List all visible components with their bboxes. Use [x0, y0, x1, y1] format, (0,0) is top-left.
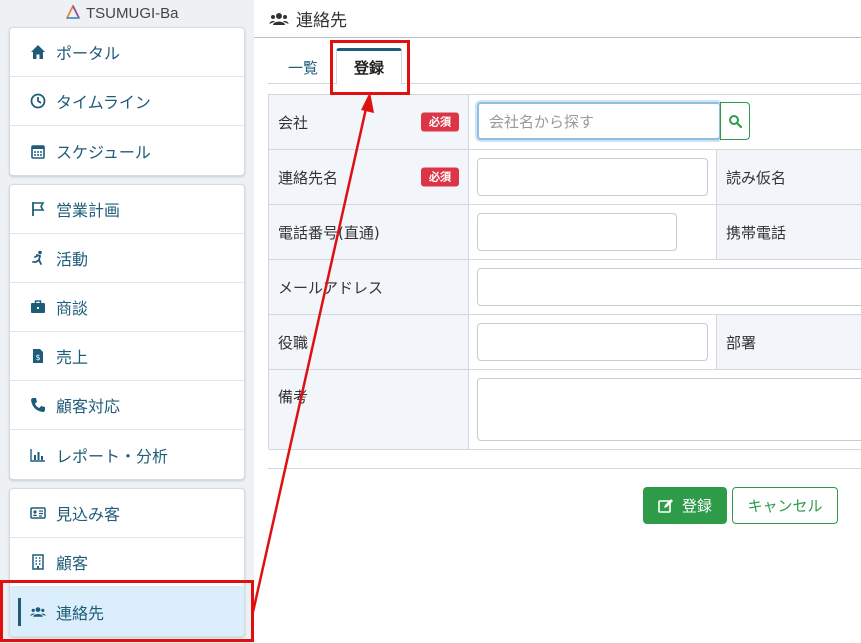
- sidebar-item-label: 顧客対応: [56, 397, 121, 416]
- sidebar-item-portal[interactable]: ポータル: [10, 28, 244, 77]
- sidebar-item-label: 見込み客: [56, 505, 121, 524]
- position-label-cell: 役職: [269, 315, 469, 369]
- sidebar-item-label: 商談: [56, 299, 89, 318]
- company-label: 会社: [278, 113, 309, 132]
- sidebar-item-label: スケジュール: [56, 142, 151, 162]
- sidebar-item-schedule[interactable]: スケジュール: [10, 126, 244, 175]
- page-title: 連絡先: [296, 11, 347, 31]
- form-row-notes: 備考: [269, 370, 861, 450]
- tab-list[interactable]: 一覧: [272, 50, 334, 85]
- form-row-contact-name: 連絡先名 必須 読み仮名: [269, 150, 861, 205]
- company-search-button[interactable]: [720, 102, 750, 140]
- contact-name-label: 連絡先名: [278, 168, 339, 187]
- logo-text: TSUMUGI-Ba: [86, 4, 179, 22]
- id-card-icon: [30, 507, 46, 519]
- briefcase-icon: [31, 300, 45, 313]
- sidebar-item-revenue[interactable]: $ 売上: [10, 332, 244, 381]
- sidebar: TSUMUGI-Ba ポータル タイムライン スケジュール 営業計画 活動 商談…: [0, 0, 254, 643]
- sidebar-item-label: タイムライン: [56, 93, 151, 112]
- sidebar-item-label: 売上: [56, 348, 89, 367]
- form-row-email: メールアドレス: [269, 260, 861, 315]
- form-row-phone: 電話番号(直通) 携帯電話: [269, 205, 861, 260]
- email-label: メールアドレス: [278, 278, 384, 297]
- nav-group-main: ポータル タイムライン スケジュール: [9, 27, 245, 176]
- mobile-phone-label: 携帯電話: [726, 223, 787, 242]
- calendar-icon: [31, 144, 45, 159]
- notes-textarea[interactable]: [477, 378, 861, 441]
- contact-name-input[interactable]: [477, 158, 708, 196]
- email-label-cell: メールアドレス: [269, 260, 469, 314]
- phone-direct-input[interactable]: [477, 213, 677, 251]
- flag-icon: [32, 202, 45, 216]
- save-button-label: 登録: [681, 497, 712, 515]
- company-search-placeholder: 会社名から探す: [489, 112, 595, 131]
- department-label-cell: 部署: [716, 315, 861, 369]
- building-icon: [32, 554, 44, 570]
- sidebar-item-label: レポート・分析: [56, 446, 169, 466]
- email-input[interactable]: [477, 268, 861, 306]
- form-row-company: 会社 必須 会社名から探す: [269, 95, 861, 150]
- reading-name-label: 読み仮名: [726, 168, 787, 187]
- tsumugi-logo-icon: [65, 4, 81, 19]
- sidebar-item-timeline[interactable]: タイムライン: [10, 77, 244, 126]
- nav-group-sales: 営業計画 活動 商談 $ 売上 顧客対応 レポート・分析: [9, 184, 245, 480]
- company-search-input[interactable]: 会社名から探す: [477, 102, 721, 140]
- invoice-icon: $: [33, 349, 43, 363]
- required-badge: 必須: [421, 112, 459, 132]
- notes-label-cell: 備考: [269, 370, 469, 449]
- required-badge: 必須: [421, 167, 459, 187]
- reading-name-label-cell: 読み仮名: [716, 150, 861, 204]
- contact-form: 会社 必須 会社名から探す 連絡先名 必須 読み仮名 電話番号(直通) 携帯電話…: [268, 94, 861, 450]
- position-input[interactable]: [477, 323, 708, 361]
- form-divider: [268, 468, 861, 469]
- page-header: 連絡先: [254, 0, 861, 38]
- clock-icon: [30, 93, 46, 109]
- sidebar-item-label: 顧客: [56, 554, 89, 573]
- annotation-highlight-sidebar: [0, 580, 254, 642]
- department-label: 部署: [726, 333, 757, 352]
- contact-name-label-cell: 連絡先名 必須: [269, 150, 469, 204]
- sidebar-item-sales-plan[interactable]: 営業計画: [10, 185, 244, 234]
- cancel-button[interactable]: キャンセル: [732, 487, 838, 524]
- running-icon: [32, 250, 42, 265]
- save-button[interactable]: 登録: [643, 487, 727, 524]
- users-icon: [269, 12, 289, 25]
- app-root: TSUMUGI-Ba ポータル タイムライン スケジュール 営業計画 活動 商談…: [0, 0, 861, 643]
- sidebar-item-customer-support[interactable]: 顧客対応: [10, 381, 244, 430]
- app-logo[interactable]: TSUMUGI-Ba: [64, 3, 179, 23]
- sidebar-item-deals[interactable]: 商談: [10, 283, 244, 332]
- position-label: 役職: [278, 333, 309, 352]
- notes-label: 備考: [278, 388, 309, 406]
- phone-icon: [31, 398, 45, 412]
- annotation-highlight-tab: [330, 40, 410, 95]
- svg-text:$: $: [35, 353, 40, 362]
- sidebar-item-label: 活動: [56, 250, 89, 269]
- sidebar-item-prospects[interactable]: 見込み客: [10, 489, 244, 538]
- chart-icon: [30, 448, 45, 462]
- phone-direct-label-cell: 電話番号(直通): [269, 205, 469, 259]
- home-icon: [31, 45, 45, 59]
- phone-direct-label: 電話番号(直通): [278, 223, 380, 242]
- mobile-phone-label-cell: 携帯電話: [716, 205, 861, 259]
- company-label-cell: 会社 必須: [269, 95, 469, 149]
- sidebar-item-reports[interactable]: レポート・分析: [10, 430, 244, 479]
- edit-icon: [658, 498, 673, 513]
- search-icon: [729, 115, 742, 128]
- form-row-position: 役職 部署: [269, 315, 861, 370]
- sidebar-item-activity[interactable]: 活動: [10, 234, 244, 283]
- sidebar-item-label: 営業計画: [56, 201, 121, 220]
- sidebar-item-label: ポータル: [56, 44, 121, 63]
